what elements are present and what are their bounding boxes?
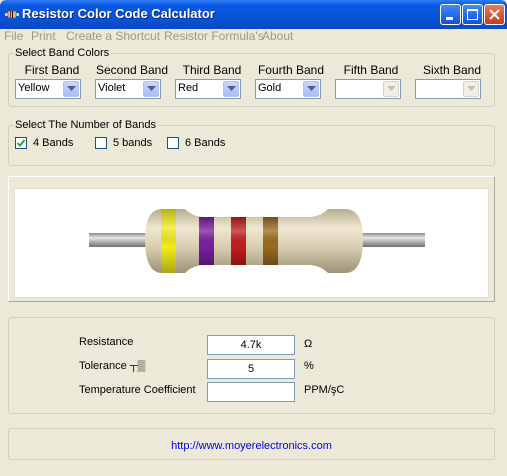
third-band-value: Red <box>178 82 199 94</box>
dropdown-arrow-icon[interactable] <box>383 81 399 97</box>
first-band-label: First Band <box>24 63 80 77</box>
dropdown-arrow-icon[interactable] <box>463 81 479 97</box>
fourth-band-label: Fourth Band <box>257 63 325 77</box>
fourth-color-band-shading <box>263 217 278 265</box>
tolerance-field[interactable]: 5 <box>207 359 295 379</box>
menu-about[interactable]: About <box>262 29 293 43</box>
resistor-body <box>145 209 363 273</box>
menu-file[interactable]: File <box>4 29 23 43</box>
second-band-value: Violet <box>98 82 126 94</box>
dropdown-arrow-icon[interactable] <box>303 81 319 97</box>
menu-bar: File Print Create a Shortcut Resistor Fo… <box>0 29 507 49</box>
third-band-select[interactable]: Red <box>175 79 241 99</box>
minimize-button[interactable] <box>440 4 461 25</box>
first-band-select[interactable]: Yellow <box>15 79 81 99</box>
tolerance-label: Tolerance ┬▒ <box>79 360 146 372</box>
4-bands-label[interactable]: 4 Bands <box>33 137 73 149</box>
second-band-select[interactable]: Violet <box>95 79 161 99</box>
third-color-band-shading <box>231 217 246 265</box>
resistor-image <box>89 209 425 273</box>
sixth-band-label: Sixth Band <box>422 63 482 77</box>
ohm-unit: Ω <box>304 338 313 350</box>
second-band-label: Second Band <box>95 63 169 77</box>
minimize-icon <box>446 17 453 20</box>
resistance-label: Resistance <box>79 336 134 348</box>
menu-print[interactable]: Print <box>31 29 56 43</box>
fourth-band-value: Gold <box>258 82 282 94</box>
app-icon <box>5 10 19 19</box>
close-icon <box>489 9 500 20</box>
fifth-band-select[interactable] <box>335 79 401 99</box>
maximize-icon <box>467 9 478 20</box>
maximize-button[interactable] <box>462 4 483 25</box>
first-color-band-shading <box>161 209 176 273</box>
band-count-legend: Select The Number of Bands <box>15 119 157 131</box>
window-title: Resistor Color Code Calculator <box>22 6 215 21</box>
third-band-label: Third Band <box>182 63 242 77</box>
5-bands-checkbox[interactable] <box>95 137 107 149</box>
sixth-band-select[interactable] <box>415 79 481 99</box>
6-bands-label[interactable]: 6 Bands <box>185 137 225 149</box>
5-bands-label[interactable]: 5 bands <box>113 137 152 149</box>
dropdown-arrow-icon[interactable] <box>63 81 79 97</box>
checkmark-icon <box>16 139 26 147</box>
percent-unit: % <box>304 360 314 372</box>
title-bar: Resistor Color Code Calculator <box>0 0 507 29</box>
tempco-field[interactable] <box>207 382 295 402</box>
dropdown-arrow-icon[interactable] <box>223 81 239 97</box>
4-bands-checkbox[interactable] <box>15 137 27 149</box>
website-link[interactable]: http://www.moyerelectronics.com <box>8 440 495 452</box>
band-colors-legend: Select Band Colors <box>15 47 110 59</box>
fifth-band-label: Fifth Band <box>343 63 399 77</box>
resistance-field[interactable]: 4.7k <box>207 335 295 355</box>
6-bands-checkbox[interactable] <box>167 137 179 149</box>
resistor-canvas <box>14 188 489 298</box>
ppm-unit: PPM/şC <box>304 384 345 396</box>
dropdown-arrow-icon[interactable] <box>143 81 159 97</box>
fourth-band-select[interactable]: Gold <box>255 79 321 99</box>
menu-resistor-formulas[interactable]: Resistor Formula's <box>164 29 264 43</box>
second-color-band-shading <box>199 217 214 265</box>
menu-create-shortcut[interactable]: Create a Shortcut <box>66 29 160 43</box>
tempco-label: Temperature Coefficient <box>79 384 196 396</box>
first-band-value: Yellow <box>18 82 50 94</box>
close-button[interactable] <box>484 4 505 25</box>
band-count-group: Select The Number of Bands <box>8 119 495 166</box>
